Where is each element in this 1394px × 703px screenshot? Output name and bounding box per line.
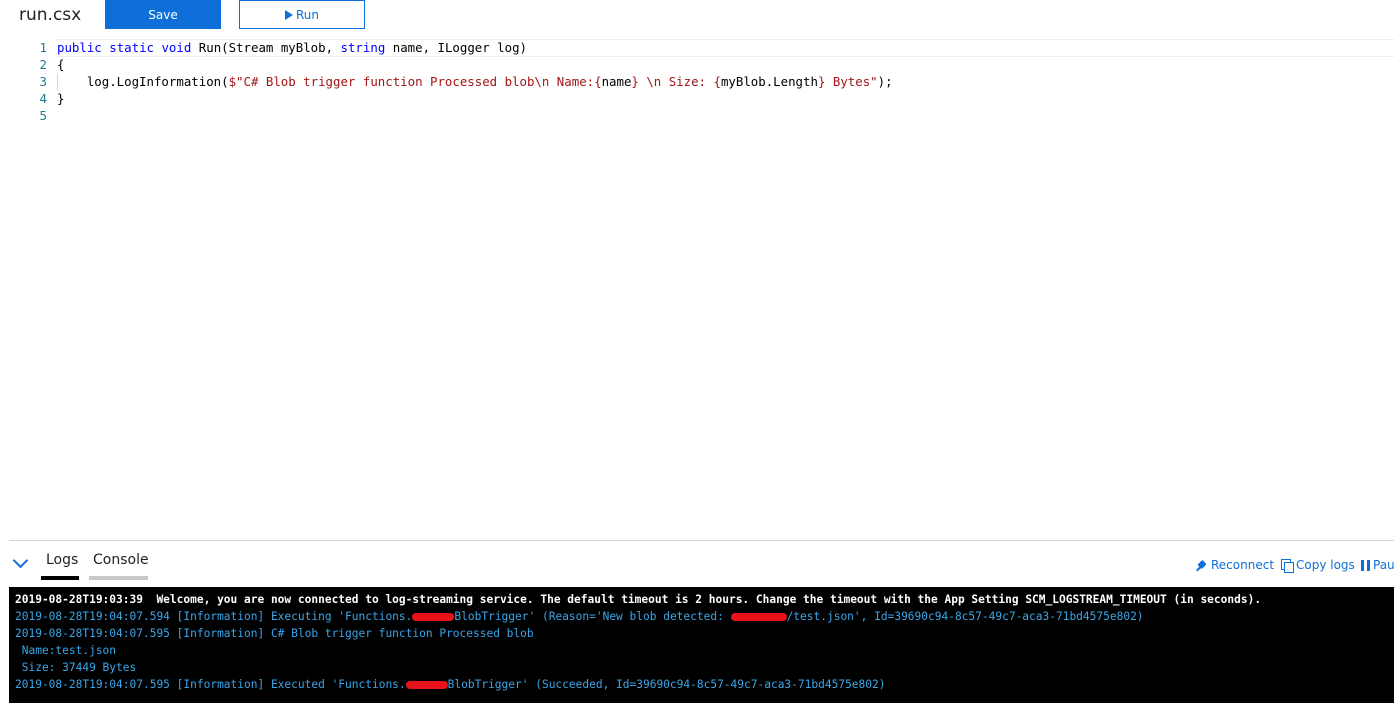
code-text: log.LogInformation(: [57, 74, 229, 89]
tab-logs[interactable]: Logs: [46, 552, 78, 568]
code-line-4: }: [57, 91, 65, 106]
log-text: 2019-08-28T19:04:07.594 [Information] Ex…: [15, 610, 413, 623]
string-literal: } \n Size: {: [631, 74, 721, 89]
interpolated-var: myBlob.Length: [720, 74, 818, 89]
tab-console-indicator: [89, 576, 148, 580]
pause-icon: [1361, 559, 1370, 571]
code-line-1: public static void Run(Stream myBlob, st…: [57, 39, 527, 56]
copy-logs-label: Copy logs: [1296, 558, 1355, 572]
code-line-2: {: [57, 57, 65, 72]
tab-console[interactable]: Console: [93, 552, 149, 568]
log-line: Name:test.json: [15, 644, 117, 657]
log-line: 2019-08-28T19:04:07.595 [Information] Ex…: [15, 676, 885, 693]
log-text: 2019-08-28T19:04:07.595 [Information] Ex…: [15, 678, 406, 691]
line-number: 3: [39, 74, 47, 89]
copy-icon: [1281, 559, 1294, 573]
log-line: 2019-08-28T19:04:07.595 [Information] C#…: [15, 627, 534, 640]
log-panel-header: Logs Console Reconnect Copy logs Pau: [9, 541, 1394, 587]
run-button[interactable]: Run: [239, 0, 365, 29]
log-line: Size: 37449 Bytes: [15, 661, 137, 674]
keyword: static: [109, 40, 154, 55]
redaction-mark: [730, 613, 787, 621]
keyword: void: [161, 40, 192, 55]
line-number: 2: [39, 57, 47, 72]
reconnect-label: Reconnect: [1211, 558, 1275, 572]
copy-logs-button[interactable]: Copy logs: [1281, 558, 1355, 573]
tab-logs-indicator: [41, 576, 79, 580]
string-literal: } Bytes": [817, 74, 878, 89]
save-button[interactable]: Save: [105, 0, 221, 29]
log-line: 2019-08-28T19:04:07.594 [Information] Ex…: [15, 608, 1144, 625]
run-button-label: Run: [295, 7, 319, 22]
log-line: 2019-08-28T19:03:39 Welcome, you are now…: [15, 593, 1262, 606]
pause-button[interactable]: Pau: [1361, 558, 1394, 572]
reconnect-button[interactable]: Reconnect: [1196, 558, 1274, 572]
code-text: );: [877, 74, 893, 89]
code-editor[interactable]: 1 2 3 4 5 public static void Run(Stream …: [0, 39, 1394, 539]
string-literal: $"C# Blob trigger function Processed blo…: [228, 74, 602, 89]
keyword: public: [57, 40, 102, 55]
log-text: /test.json', Id=39690c94-8c57-49c7-aca3-…: [786, 610, 1144, 623]
line-number: 4: [39, 91, 47, 106]
chevron-down-icon[interactable]: [12, 552, 29, 569]
line-number: 1: [39, 40, 47, 55]
plug-icon: [1196, 559, 1208, 571]
code-text: Run(Stream myBlob,: [191, 40, 341, 55]
pause-label: Pau: [1373, 558, 1394, 572]
keyword: string: [340, 40, 386, 55]
code-line-3: log.LogInformation($"C# Blob trigger fun…: [57, 73, 893, 90]
line-number: 5: [39, 108, 47, 123]
file-name: run.csx: [19, 5, 82, 25]
interpolated-var: name: [601, 74, 632, 89]
toolbar: run.csx Save Run: [0, 0, 1394, 32]
redaction-mark: [405, 681, 448, 689]
code-text: name, ILogger log): [385, 40, 528, 55]
redaction-mark: [412, 613, 455, 621]
log-stream[interactable]: 2019-08-28T19:03:39 Welcome, you are now…: [9, 587, 1394, 703]
log-text: BlobTrigger' (Succeeded, Id=39690c94-8c5…: [447, 678, 886, 691]
log-text: BlobTrigger' (Reason='New blob detected:: [454, 610, 731, 623]
play-icon: [284, 9, 293, 20]
